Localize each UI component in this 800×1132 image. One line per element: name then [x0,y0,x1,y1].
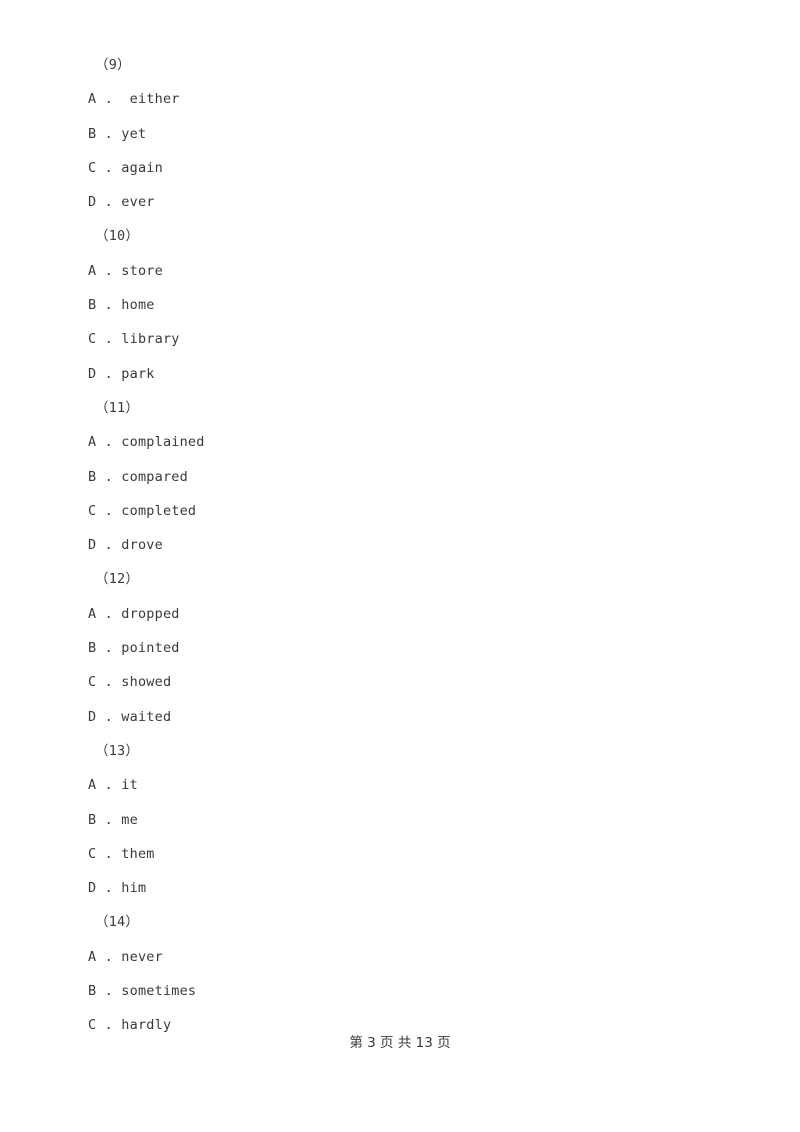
answer-option: C . showed [88,674,172,691]
question-number: （14） [95,914,140,931]
answer-option: C . completed [88,502,197,519]
document-page: （9） A . either B . yet C . again D . ever （10… [0,0,800,1132]
answer-option: D . park [88,365,155,382]
answer-option: D . waited [88,708,172,725]
answer-option: B . me [88,811,138,828]
answer-option: C . them [88,845,155,862]
answer-option: B . sometimes [88,983,197,1000]
question-number: （13） [95,742,140,759]
question-number: （11） [95,399,140,416]
question-list: （9） A . either B . yet C . again D . ever （10… [88,48,748,1043]
answer-option: C . library [88,331,180,348]
answer-option: D . him [88,880,147,897]
answer-option: B . compared [88,468,188,485]
question-number: （9） [95,57,131,73]
answer-option: A . dropped [88,605,180,622]
question-number: （10） [95,228,140,245]
question-number: （12） [95,571,140,588]
answer-option: D . ever [88,194,155,211]
answer-option: C . again [88,159,163,176]
answer-option: B . pointed [88,640,180,657]
answer-option: A . store [88,262,163,279]
answer-option: B . home [88,297,155,314]
answer-option: A . complained [88,434,205,451]
answer-option: D . drove [88,537,163,554]
page-footer: 第 3 页 共 13 页 [349,1035,451,1051]
answer-option: A . either [88,91,180,108]
answer-option: A . it [88,777,138,794]
answer-option: A . never [88,948,163,965]
answer-option: B . yet [88,125,147,142]
